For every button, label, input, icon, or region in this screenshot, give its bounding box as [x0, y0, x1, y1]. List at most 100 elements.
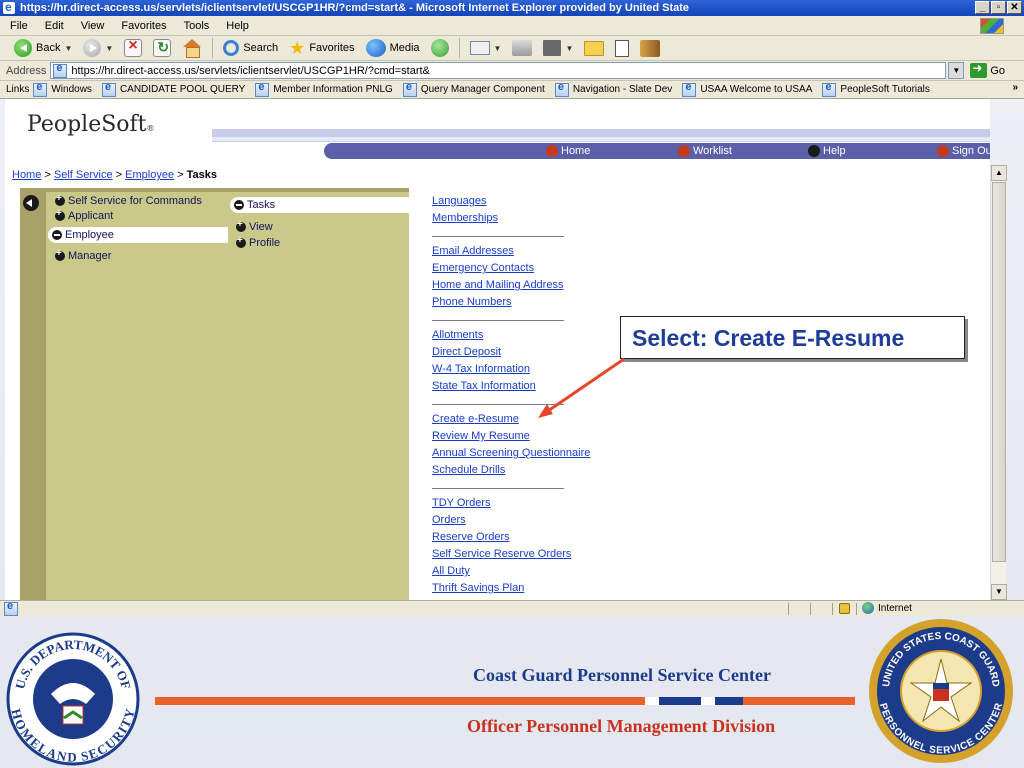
edit-button[interactable]: ▼: [539, 38, 577, 59]
menu-employee[interactable]: Employee: [48, 227, 228, 243]
refresh-icon: [153, 39, 172, 57]
expand-icon: [55, 208, 65, 221]
menu-tasks[interactable]: Tasks: [230, 197, 410, 213]
scroll-up-icon[interactable]: ▲: [991, 165, 1007, 181]
zone-label: Internet: [878, 602, 912, 614]
nav-help[interactable]: Help: [808, 145, 846, 157]
link-reserve-orders[interactable]: Reserve Orders: [432, 531, 510, 543]
page-icon: [402, 81, 417, 97]
search-button[interactable]: Search: [219, 38, 282, 59]
link-allotments[interactable]: Allotments: [432, 329, 483, 341]
close-button[interactable]: ✕: [1007, 1, 1022, 14]
refresh-button[interactable]: [149, 38, 175, 59]
address-input[interactable]: https://hr.direct-access.us/servlets/icl…: [50, 62, 947, 79]
menu-level2-panel: [227, 192, 409, 600]
forward-button[interactable]: ▼: [79, 38, 117, 59]
link-usaa[interactable]: USAA Welcome to USAA: [682, 81, 813, 97]
link-windows[interactable]: Windows: [33, 81, 92, 97]
link-orders[interactable]: Orders: [432, 514, 466, 526]
link-annual-screening-questionnaire[interactable]: Annual Screening Questionnaire: [432, 447, 590, 459]
link-create-e-resume[interactable]: Create e-Resume: [432, 413, 519, 425]
scroll-thumb[interactable]: [992, 182, 1006, 562]
link-w4-tax-information[interactable]: W-4 Tax Information: [432, 363, 530, 375]
favorites-label: Favorites: [309, 42, 355, 54]
link-review-my-resume[interactable]: Review My Resume: [432, 430, 530, 442]
research-button[interactable]: [636, 38, 664, 59]
link-label: USAA Welcome to USAA: [700, 84, 813, 95]
menu-label: Manager: [68, 250, 112, 262]
menu-view[interactable]: View: [81, 20, 105, 32]
vertical-scrollbar[interactable]: ▲ ▼: [990, 165, 1007, 600]
page-icon: [682, 81, 697, 97]
link-schedule-drills[interactable]: Schedule Drills: [432, 464, 505, 476]
nav-worklist[interactable]: Worklist: [678, 145, 732, 157]
link-home-mailing-address[interactable]: Home and Mailing Address: [432, 279, 563, 291]
link-peoplesoft-tutorials[interactable]: PeopleSoft Tutorials: [822, 81, 930, 97]
dropdown-arrow-icon[interactable]: ▼: [64, 44, 72, 53]
dropdown-arrow-icon[interactable]: ▼: [565, 44, 573, 53]
menu-applicant[interactable]: Applicant: [55, 208, 113, 222]
page-icon: [822, 81, 837, 97]
scroll-down-icon[interactable]: ▼: [991, 584, 1007, 600]
dropdown-arrow-icon[interactable]: ▼: [105, 44, 113, 53]
star-icon: ★: [289, 38, 306, 58]
link-thrift-savings-plan[interactable]: Thrift Savings Plan: [432, 582, 524, 594]
notes-button[interactable]: [611, 38, 633, 59]
link-phone-numbers[interactable]: Phone Numbers: [432, 296, 512, 308]
folder-icon: [584, 40, 605, 56]
status-divider: [856, 603, 857, 615]
menu-view[interactable]: View: [236, 219, 273, 233]
status-bar: Internet: [0, 600, 1024, 616]
stop-button[interactable]: [120, 37, 146, 59]
search-label: Search: [243, 42, 279, 54]
menu-manager[interactable]: Manager: [55, 248, 112, 262]
link-languages[interactable]: Languages: [432, 195, 486, 207]
link-emergency-contacts[interactable]: Emergency Contacts: [432, 262, 534, 274]
collapse-menu-icon[interactable]: [23, 195, 39, 211]
menu-self-service-for-commands[interactable]: Self Service for Commands: [55, 193, 202, 207]
links-overflow-icon[interactable]: »: [1012, 82, 1018, 93]
menu-favorites[interactable]: Favorites: [121, 20, 166, 32]
link-direct-deposit[interactable]: Direct Deposit: [432, 346, 501, 358]
logo-trademark: ®: [146, 124, 155, 133]
menu-tools[interactable]: Tools: [184, 20, 210, 32]
breadcrumb-employee[interactable]: Employee: [125, 169, 174, 181]
mail-button[interactable]: ▼: [466, 38, 506, 59]
minimize-button[interactable]: _: [975, 1, 990, 14]
link-query-manager[interactable]: Query Manager Component: [402, 81, 545, 97]
favorites-button[interactable]: ★ Favorites: [285, 38, 358, 59]
print-button[interactable]: [508, 38, 536, 59]
address-dropdown-icon[interactable]: ▼: [948, 62, 965, 79]
link-email-addresses[interactable]: Email Addresses: [432, 245, 514, 257]
status-divider: [832, 603, 833, 615]
back-button[interactable]: Back ▼: [10, 38, 76, 59]
link-tdy-orders[interactable]: TDY Orders: [432, 497, 490, 509]
home-button[interactable]: [178, 38, 206, 59]
link-self-service-reserve-orders[interactable]: Self Service Reserve Orders: [432, 548, 571, 560]
dropdown-arrow-icon[interactable]: ▼: [494, 44, 502, 53]
menu-profile[interactable]: Profile: [236, 235, 280, 249]
breadcrumb-self-service[interactable]: Self Service: [54, 169, 113, 181]
nav-signout[interactable]: Sign Out: [937, 145, 990, 157]
link-label: Windows: [51, 84, 92, 95]
link-candidate-pool-query[interactable]: CANDIDATE POOL QUERY: [101, 81, 245, 97]
print-icon: [512, 40, 533, 56]
media-button[interactable]: Media: [362, 38, 424, 59]
link-all-duty[interactable]: All Duty: [432, 565, 470, 577]
link-navigation[interactable]: Navigation - Slate Dev: [554, 81, 673, 97]
breadcrumb-home[interactable]: Home: [12, 169, 41, 181]
go-button[interactable]: Go: [970, 61, 1005, 78]
menu-help[interactable]: Help: [226, 20, 249, 32]
page-icon: [255, 81, 270, 97]
maximize-button[interactable]: ▫: [991, 1, 1006, 14]
link-member-information[interactable]: Member Information PNLG: [255, 81, 393, 97]
menu-edit[interactable]: Edit: [45, 20, 64, 32]
menu-file[interactable]: File: [10, 20, 28, 32]
link-memberships[interactable]: Memberships: [432, 212, 498, 224]
link-label: Navigation - Slate Dev: [572, 84, 673, 95]
folder-button[interactable]: [580, 38, 608, 59]
nav-home[interactable]: Home: [546, 145, 590, 157]
link-state-tax-information[interactable]: State Tax Information: [432, 380, 536, 392]
stop-icon: [124, 37, 143, 57]
history-button[interactable]: [427, 38, 453, 59]
